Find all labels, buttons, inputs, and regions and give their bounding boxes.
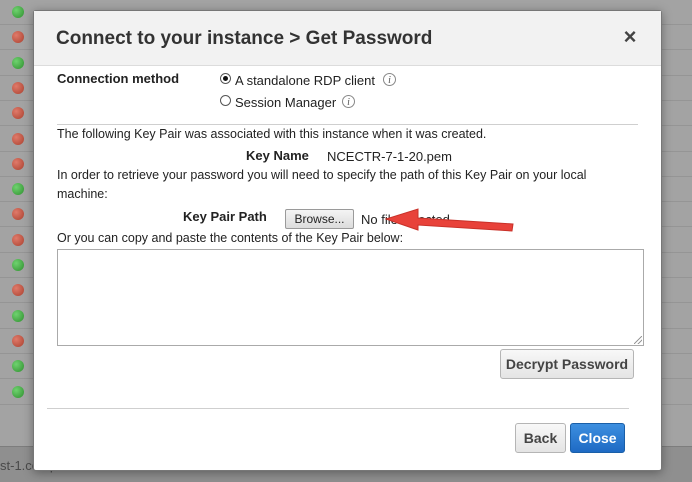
status-dot-icon <box>12 81 24 94</box>
get-password-dialog: Connect to your instance > Get Password … <box>33 10 662 471</box>
status-dot-icon <box>12 233 24 246</box>
session-manager-info-icon[interactable]: i <box>342 95 355 108</box>
status-dot-icon <box>12 157 24 170</box>
status-dot-icon <box>12 334 24 347</box>
dialog-header: Connect to your instance > Get Password … <box>34 11 661 66</box>
instructions-line-1: In order to retrieve your password you w… <box>57 168 587 182</box>
footer-divider <box>47 408 629 409</box>
status-dot-icon <box>12 259 24 271</box>
paste-instructions: Or you can copy and paste the contents o… <box>57 231 404 245</box>
association-text: The following Key Pair was associated wi… <box>57 127 487 141</box>
instructions-line-2: machine: <box>57 187 108 201</box>
key-pair-contents-textarea[interactable] <box>57 249 644 346</box>
close-icon[interactable]: × <box>620 25 640 49</box>
status-dot-icon <box>12 31 24 44</box>
status-dot-icon <box>12 208 24 221</box>
status-dot-icon <box>12 309 24 322</box>
key-name-value: NCECTR-7-1-20.pem <box>327 149 452 164</box>
status-dot-icon <box>12 56 24 69</box>
file-status-text: No file selected. <box>361 212 454 227</box>
status-dot-icon <box>12 6 24 18</box>
session-manager-radio[interactable] <box>220 95 231 106</box>
back-button[interactable]: Back <box>515 423 566 453</box>
status-dot-icon <box>12 360 24 373</box>
rdp-client-radio[interactable] <box>220 73 231 84</box>
rdp-info-icon[interactable]: i <box>383 73 396 86</box>
connection-method-label: Connection method <box>57 71 180 86</box>
section-divider <box>57 124 638 125</box>
status-dot-icon <box>12 107 24 120</box>
key-name-label: Key Name <box>246 148 309 163</box>
key-pair-path-label: Key Pair Path <box>183 209 267 224</box>
browse-button[interactable]: Browse... <box>285 209 354 229</box>
status-dot-icon <box>12 284 24 297</box>
close-button[interactable]: Close <box>570 423 625 453</box>
decrypt-password-button[interactable]: Decrypt Password <box>500 349 634 379</box>
rdp-client-label[interactable]: A standalone RDP client <box>235 73 375 88</box>
dialog-title: Connect to your instance > Get Password <box>56 28 433 49</box>
status-dot-icon <box>12 132 24 145</box>
session-manager-label[interactable]: Session Manager <box>235 95 336 110</box>
status-dot-icon <box>12 385 24 398</box>
status-dot-icon <box>12 183 24 196</box>
resize-grip-icon[interactable] <box>634 336 642 344</box>
